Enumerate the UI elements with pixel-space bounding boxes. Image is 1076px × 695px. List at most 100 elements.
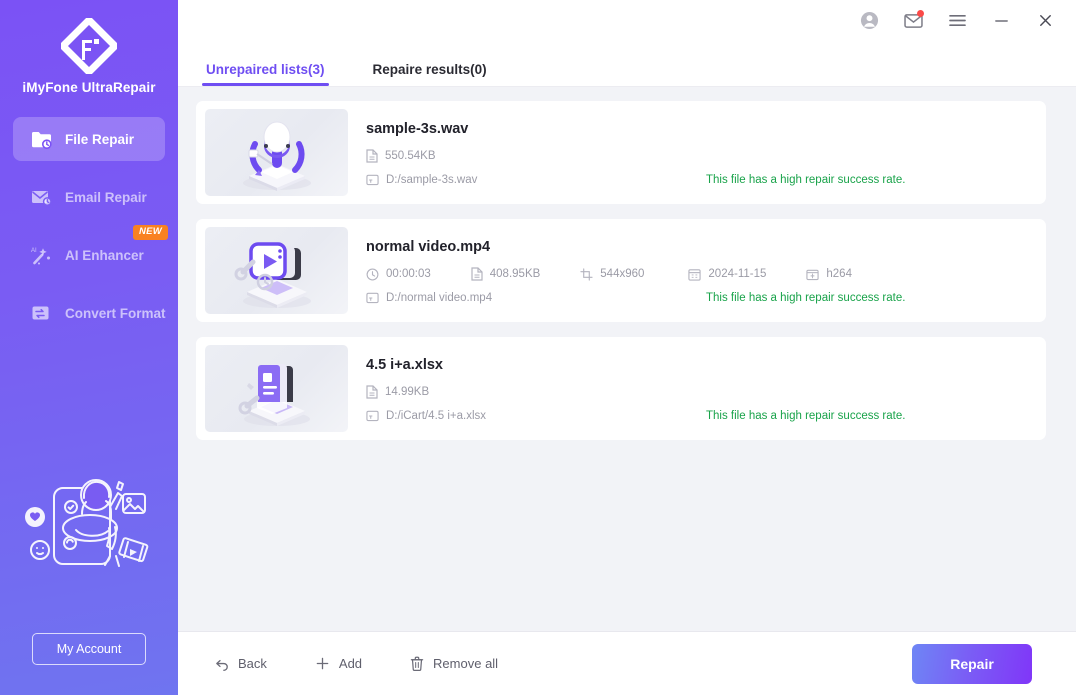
tab-repair-results[interactable]: Repaire results(0) <box>369 62 491 86</box>
file-path-value: D:/sample-3s.wav <box>386 173 478 186</box>
remove-all-button[interactable]: Remove all <box>410 656 498 671</box>
file-size-meta: 408.95KB <box>471 267 541 281</box>
new-badge: NEW <box>133 225 169 240</box>
file-name: normal video.mp4 <box>366 239 491 255</box>
date-value: 2024-11-15 <box>708 268 767 280</box>
undo-arrow-icon <box>214 657 229 671</box>
diamond-logo-icon <box>61 18 117 74</box>
date-meta: 2024-11-15 <box>688 268 766 281</box>
add-label: Add <box>338 656 363 671</box>
file-list: sample-3s.wav 550.54KB D:/sample-3s.wav … <box>178 87 1076 631</box>
back-button[interactable]: Back <box>214 656 267 671</box>
sidebar-item-convert-format[interactable]: Convert Format <box>13 291 166 335</box>
file-size-icon <box>471 267 483 281</box>
ai-wand-icon: AI <box>30 244 52 266</box>
sidebar-item-label: Convert Format <box>65 305 166 321</box>
folder-path-icon <box>366 291 379 304</box>
tab-unrepaired-lists[interactable]: Unrepaired lists(3) <box>202 62 329 86</box>
file-meta-row: 14.99KB <box>366 385 1032 399</box>
codec-value: h264 <box>826 268 852 280</box>
file-size-meta: 550.54KB <box>366 149 436 163</box>
file-card[interactable]: normal video.mp4 00:00:03 408.95KB 544x9… <box>196 219 1046 322</box>
plus-icon <box>315 656 330 671</box>
minimize-icon[interactable] <box>984 4 1018 38</box>
microphone-3d-icon <box>242 121 311 191</box>
file-path-value: D:/normal video.mp4 <box>386 291 493 304</box>
title-bar <box>178 0 1076 41</box>
person-photo-illustration <box>25 479 149 567</box>
file-path: D:/sample-3s.wav <box>366 173 477 186</box>
file-path-row: D:/iCart/4.5 i+a.xlsx This file has a hi… <box>366 409 1032 422</box>
file-size-icon <box>366 385 378 399</box>
file-thumbnail <box>205 345 348 432</box>
document-3d-icon <box>238 363 310 426</box>
file-thumbnail <box>205 227 348 314</box>
resolution-value: 544x960 <box>600 268 645 280</box>
sidebar-item-label: AI Enhancer <box>65 247 144 263</box>
file-size-value: 550.54KB <box>385 150 436 162</box>
convert-icon <box>30 302 52 324</box>
file-name: sample-3s.wav <box>366 121 469 137</box>
repair-status: This file has a high repair success rate… <box>706 173 906 186</box>
svg-text:AI: AI <box>31 248 37 254</box>
sidebar-item-ai-enhancer-wrap: NEW AI AI Enhancer <box>0 225 178 277</box>
account-icon[interactable] <box>852 4 886 38</box>
duration-value: 00:00:03 <box>386 268 431 280</box>
app-window: iMyFone UltraRepair File Repair Email Re… <box>0 0 1076 695</box>
file-path-value: D:/iCart/4.5 i+a.xlsx <box>386 409 487 422</box>
file-thumbnail <box>205 109 348 196</box>
repair-status: This file has a high repair success rate… <box>706 291 906 304</box>
file-path: D:/iCart/4.5 i+a.xlsx <box>366 409 486 422</box>
codec-icon <box>806 268 820 281</box>
file-card[interactable]: sample-3s.wav 550.54KB D:/sample-3s.wav … <box>196 101 1046 204</box>
app-logo <box>61 17 117 75</box>
sidebar-item-email-repair-wrap: Email Repair <box>0 175 178 219</box>
file-card[interactable]: 4.5 i+a.xlsx 14.99KB D:/iCart/4.5 i+a.xl… <box>196 337 1046 440</box>
file-path-row: D:/normal video.mp4 This file has a high… <box>366 291 1032 304</box>
duration-meta: 00:00:03 <box>366 268 431 281</box>
menu-icon[interactable] <box>940 4 974 38</box>
file-path-row: D:/sample-3s.wav This file has a high re… <box>366 173 1032 186</box>
add-button[interactable]: Add <box>315 656 362 671</box>
file-size-value: 408.95KB <box>489 268 541 280</box>
mail-icon[interactable] <box>896 4 930 38</box>
resolution-meta: 544x960 <box>580 267 645 281</box>
file-path: D:/normal video.mp4 <box>366 291 492 304</box>
file-name: 4.5 i+a.xlsx <box>366 357 443 373</box>
sidebar-item-ai-enhancer[interactable]: AI AI Enhancer <box>13 233 165 277</box>
video-player-3d-icon <box>234 241 311 308</box>
sidebar-item-convert-format-wrap: Convert Format <box>0 291 178 335</box>
close-icon[interactable] <box>1028 4 1062 38</box>
file-meta-row: 00:00:03 408.95KB 544x960 2024-11-15 h26… <box>366 267 1032 281</box>
clock-icon <box>366 268 379 281</box>
file-info: sample-3s.wav 550.54KB D:/sample-3s.wav … <box>366 109 1032 196</box>
file-meta-row: 550.54KB <box>366 149 1032 163</box>
sidebar-item-label: File Repair <box>65 131 135 147</box>
repair-status: This file has a high repair success rate… <box>706 409 906 422</box>
trash-icon <box>410 656 424 671</box>
sidebar-item-email-repair[interactable]: Email Repair <box>13 175 165 219</box>
sidebar-item-file-repair[interactable]: File Repair <box>13 117 165 161</box>
repair-button[interactable]: Repair <box>912 643 1032 684</box>
folder-path-icon <box>366 409 379 422</box>
main-area: Unrepaired lists(3) Repaire results(0) s… <box>178 0 1076 695</box>
sidebar-item-label: Email Repair <box>65 189 147 205</box>
mail-repair-icon <box>30 186 52 208</box>
folder-repair-icon <box>30 128 52 150</box>
tab-bar: Unrepaired lists(3) Repaire results(0) <box>178 41 1076 87</box>
back-label: Back <box>238 656 267 671</box>
calendar-icon <box>688 268 702 281</box>
footer-toolbar: Back Add Remove all Repair <box>178 631 1076 695</box>
file-size-icon <box>366 149 378 163</box>
sidebar-item-file-repair-wrap: File Repair <box>0 117 178 161</box>
notification-dot <box>917 9 924 17</box>
folder-path-icon <box>366 173 379 186</box>
resolution-icon <box>580 267 593 281</box>
sidebar: iMyFone UltraRepair File Repair Email Re… <box>0 0 178 695</box>
sidebar-nav: File Repair Email Repair NEW AI AI Enhan… <box>0 117 178 349</box>
my-account-button[interactable]: My Account <box>32 633 146 665</box>
file-info: normal video.mp4 00:00:03 408.95KB 544x9… <box>366 227 1032 314</box>
file-size-value: 14.99KB <box>385 386 430 398</box>
file-size-meta: 14.99KB <box>366 385 429 399</box>
brand-name: iMyFone UltraRepair <box>22 80 156 95</box>
